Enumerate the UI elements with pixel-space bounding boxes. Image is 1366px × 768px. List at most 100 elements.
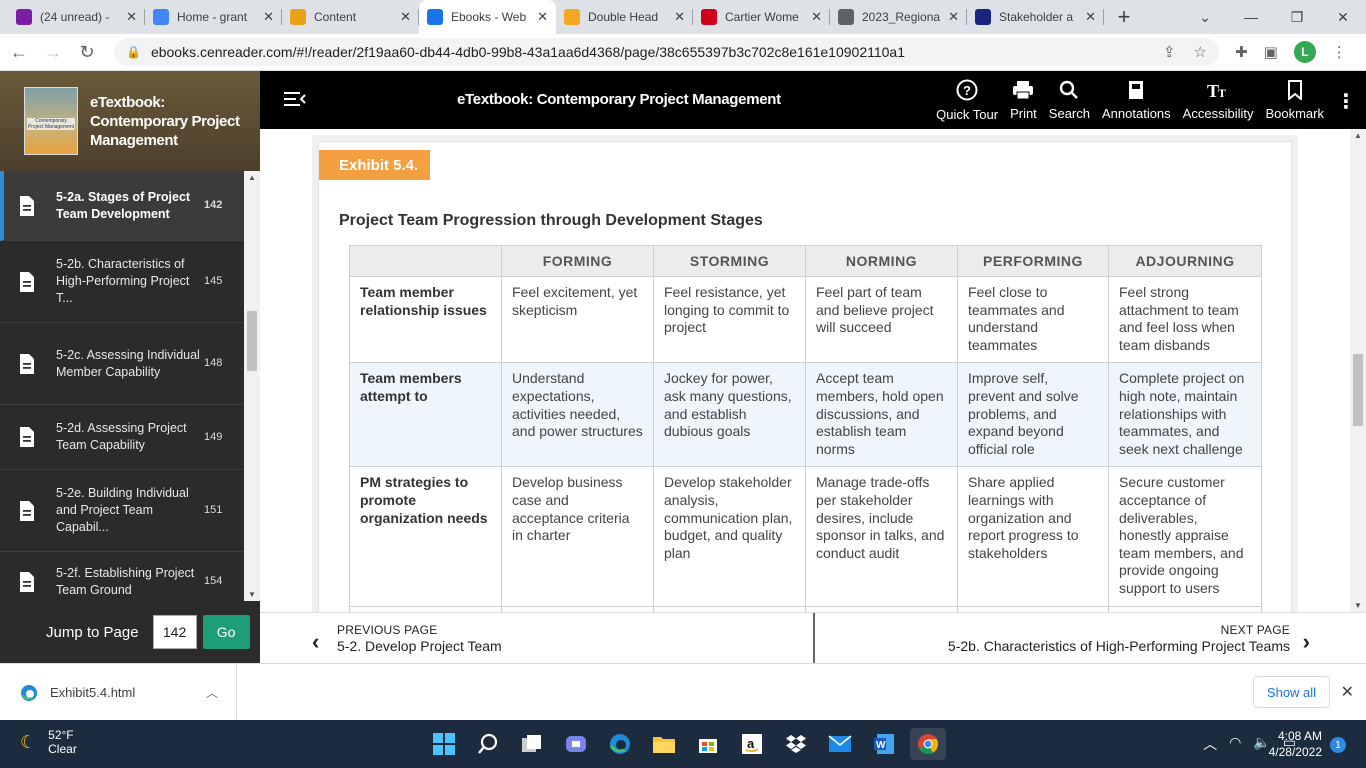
toc-item[interactable]: 5-2f. Establishing Project Team Ground 15…	[0, 552, 244, 601]
browser-tab[interactable]: Double Head ✕	[556, 0, 693, 34]
close-tab-icon[interactable]: ✕	[263, 9, 274, 25]
close-tab-icon[interactable]: ✕	[537, 9, 548, 25]
next-page-label: NEXT PAGE	[1220, 623, 1290, 637]
browser-tab[interactable]: Home - grant ✕	[145, 0, 282, 34]
scroll-up-icon[interactable]: ▲	[244, 173, 260, 182]
tab-title: Content	[314, 10, 357, 24]
browser-tab[interactable]: (24 unread) - ✕	[8, 0, 145, 34]
clock[interactable]: 4:08 AM 4/28/2022	[1269, 728, 1322, 760]
word-icon[interactable]: W	[866, 728, 902, 760]
toc-item[interactable]: 5-2b. Characteristics of High-Performing…	[0, 241, 244, 323]
browser-tab[interactable]: 2023_Regiona ✕	[830, 0, 967, 34]
extensions-icon[interactable]: ✚	[1235, 43, 1248, 61]
mail-icon[interactable]	[822, 728, 858, 760]
dropbox-icon[interactable]	[778, 728, 814, 760]
previous-page-link[interactable]: PREVIOUS PAGE 5-2. Develop Project Team	[337, 623, 502, 654]
scroll-down-icon[interactable]: ▼	[244, 590, 260, 599]
cwi-icon	[701, 9, 717, 25]
scroll-down-icon[interactable]: ▼	[1350, 601, 1366, 610]
new-tab-button[interactable]: +	[1104, 0, 1144, 34]
chevron-up-icon[interactable]: ︿	[206, 684, 218, 701]
url-text[interactable]: ebooks.cenreader.com/#!/reader/2f19aa60-…	[151, 44, 1145, 60]
tool-accessibility[interactable]: T T Accessibility	[1177, 71, 1260, 129]
toc-item[interactable]: 5-2e. Building Individual and Project Te…	[0, 470, 244, 552]
omnibox[interactable]: 🔒 ebooks.cenreader.com/#!/reader/2f19aa6…	[114, 38, 1219, 66]
book-cover: Contemporary Project Management	[24, 87, 78, 155]
tab-title: Cartier Wome	[725, 10, 799, 24]
close-download-bar-icon[interactable]: ✕	[1341, 682, 1354, 702]
table-cell: Develop stakeholder analysis, communicat…	[653, 466, 806, 607]
taskbar-apps: a W	[426, 728, 954, 760]
tool-bookmark[interactable]: Bookmark	[1259, 71, 1330, 129]
profile-avatar[interactable]: L	[1293, 41, 1316, 63]
toc-scroll-thumb[interactable]	[247, 311, 257, 371]
collapse-menu-icon[interactable]	[284, 89, 306, 114]
wifi-icon[interactable]: ◠	[1229, 734, 1241, 754]
toc-item-label: 5-2e. Building Individual and Project Te…	[56, 486, 189, 534]
tool-label: Annotations	[1102, 105, 1171, 121]
chevron-right-icon[interactable]: ›	[1303, 629, 1310, 655]
row-header: Team member relationship issues	[349, 275, 502, 364]
weather-widget[interactable]: ☾ 52°F Clear	[20, 728, 77, 756]
browser-menu-icon[interactable]: ⋮	[1332, 43, 1347, 61]
show-all-button[interactable]: Show all	[1253, 676, 1330, 708]
table-cell: Share applied learnings with organizatio…	[957, 466, 1109, 607]
close-tab-icon[interactable]: ✕	[811, 9, 822, 25]
content-scrollbar[interactable]: ▲ ▼	[1350, 129, 1366, 612]
go-button[interactable]: Go	[202, 615, 250, 649]
close-tab-icon[interactable]: ✕	[126, 9, 137, 25]
tool-label: Print	[1010, 105, 1037, 121]
toc-item[interactable]: 5-2a. Stages of Project Team Development…	[0, 171, 244, 241]
browser-tab[interactable]: Content ✕	[282, 0, 419, 34]
file-explorer-icon[interactable]	[646, 728, 682, 760]
amazon-icon[interactable]: a	[734, 728, 770, 760]
back-button[interactable]: ←	[4, 42, 34, 63]
tray-chevron-icon[interactable]: ︿	[1203, 734, 1217, 754]
tool-annotations[interactable]: Annotations	[1096, 71, 1177, 129]
browser-tab[interactable]: Ebooks - Web ✕	[419, 0, 556, 34]
reload-button[interactable]: ↻	[72, 42, 102, 63]
star-icon[interactable]: ☆	[1194, 43, 1207, 61]
tool-search[interactable]: Search	[1043, 71, 1096, 129]
close-window-button[interactable]: ✕	[1320, 0, 1366, 34]
edge-browser-icon[interactable]	[602, 728, 638, 760]
forward-button[interactable]: →	[38, 42, 68, 63]
table-cell: Secure customer acceptance of deliverabl…	[1108, 466, 1262, 607]
close-tab-icon[interactable]: ✕	[1085, 9, 1096, 25]
search-icon[interactable]	[470, 728, 506, 760]
close-tab-icon[interactable]: ✕	[674, 9, 685, 25]
column-header	[349, 245, 502, 277]
scroll-up-icon[interactable]: ▲	[1350, 131, 1366, 140]
close-tab-icon[interactable]: ✕	[400, 9, 411, 25]
address-toolbar: ← → ↻ 🔒 ebooks.cenreader.com/#!/reader/2…	[0, 34, 1366, 71]
tab-search-icon[interactable]: ⌄	[1182, 0, 1228, 34]
minimize-button[interactable]: —	[1228, 0, 1274, 34]
close-tab-icon[interactable]: ✕	[948, 9, 959, 25]
tool-print[interactable]: Print	[1004, 71, 1043, 129]
toc-list: 5-2a. Stages of Project Team Development…	[0, 171, 244, 601]
start-icon[interactable]	[426, 728, 462, 760]
chrome-icon[interactable]	[910, 728, 946, 760]
share-icon[interactable]: ⇪	[1163, 43, 1176, 61]
next-page-link[interactable]: NEXT PAGE 5-2b. Characteristics of High-…	[948, 623, 1290, 654]
store-icon[interactable]	[690, 728, 726, 760]
notification-badge[interactable]: 1	[1330, 737, 1346, 753]
restore-button[interactable]: ❐	[1274, 0, 1320, 34]
toc-item[interactable]: 5-2c. Assessing Individual Member Capabi…	[0, 323, 244, 405]
side-panel-icon[interactable]: ▣	[1264, 43, 1278, 61]
download-item[interactable]: Exhibit5.4.html ︿	[0, 664, 237, 721]
content-scroll-thumb[interactable]	[1353, 354, 1363, 426]
chat-icon[interactable]	[558, 728, 594, 760]
browser-tab[interactable]: Stakeholder a ✕	[967, 0, 1104, 34]
tab-title: Home - grant	[177, 10, 248, 24]
lock-icon[interactable]: 🔒	[126, 45, 141, 59]
browser-tab[interactable]: Cartier Wome ✕	[693, 0, 830, 34]
toc-scrollbar[interactable]: ▲ ▼	[244, 171, 260, 601]
task-view-icon[interactable]	[514, 728, 550, 760]
jump-page-input[interactable]: 142	[152, 615, 197, 649]
tool-quick-tour[interactable]: ? Quick Tour	[930, 71, 1004, 129]
toc-item[interactable]: 5-2d. Assessing Project Team Capability 1…	[0, 405, 244, 470]
tab-title: Double Head	[588, 10, 659, 24]
more-options-icon[interactable]: ⋮	[1336, 89, 1356, 114]
chevron-left-icon[interactable]: ‹	[312, 629, 319, 655]
